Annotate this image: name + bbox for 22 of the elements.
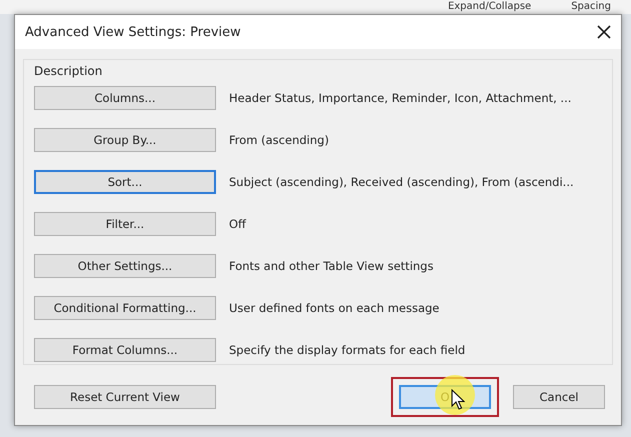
setting-description: Fonts and other Table View settings bbox=[229, 259, 434, 273]
cancel-button[interactable]: Cancel bbox=[513, 385, 605, 409]
settings-button[interactable]: Filter... bbox=[34, 212, 216, 236]
settings-button[interactable]: Sort... bbox=[34, 170, 216, 194]
reset-current-view-button[interactable]: Reset Current View bbox=[34, 385, 216, 409]
ribbon-item[interactable]: Spacing bbox=[571, 0, 611, 14]
setting-description: Header Status, Importance, Reminder, Icon, Attachment, ... bbox=[229, 91, 572, 105]
setting-description: Subject (ascending), Received (ascending), From (ascendi... bbox=[229, 175, 574, 189]
setting-description: Specify the display formats for each field bbox=[229, 343, 466, 357]
setting-description: Off bbox=[229, 217, 246, 231]
cursor-icon bbox=[451, 389, 465, 410]
settings-button[interactable]: Format Columns... bbox=[34, 338, 216, 362]
window-title: Advanced View Settings: Preview bbox=[25, 24, 241, 40]
close-icon[interactable] bbox=[597, 25, 611, 39]
settings-button[interactable]: Conditional Formatting... bbox=[34, 296, 216, 320]
setting-description: From (ascending) bbox=[229, 133, 329, 147]
settings-button[interactable]: Other Settings... bbox=[34, 254, 216, 278]
setting-description: User defined fonts on each message bbox=[229, 301, 440, 315]
group-label: Description bbox=[34, 64, 102, 78]
ribbon-item[interactable]: Expand/Collapse bbox=[448, 0, 532, 14]
settings-button[interactable]: Group By... bbox=[34, 128, 216, 152]
settings-button[interactable]: Columns... bbox=[34, 86, 216, 110]
